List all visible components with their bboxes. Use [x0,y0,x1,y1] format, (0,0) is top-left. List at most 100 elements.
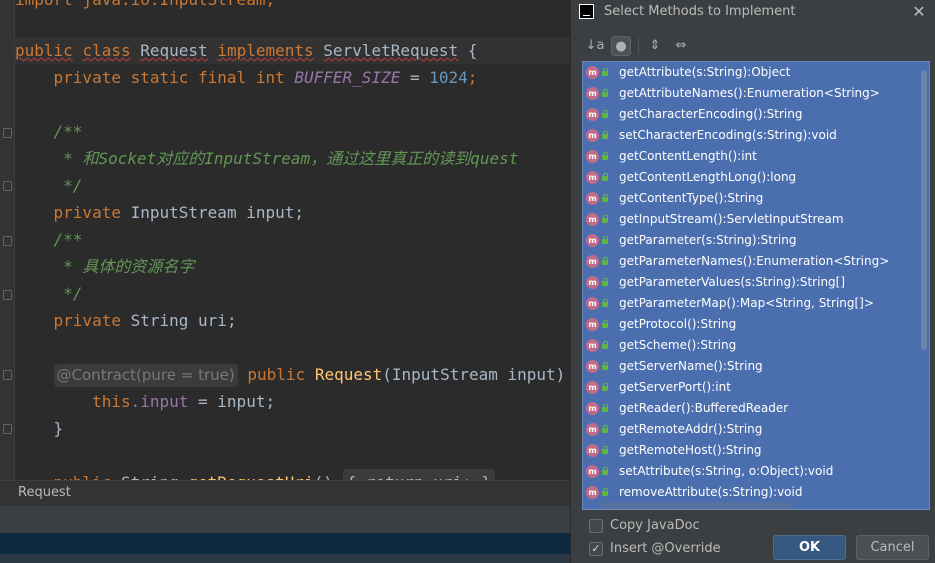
method-signature: getAttribute(s:String):Object [619,65,791,79]
code-line-comment-open: /** [53,230,83,249]
method-list[interactable]: m getAttribute(s:String):Object m getAttrib… [582,61,930,510]
method-signature: setAttribute(s:String, o:Object):void [619,464,834,478]
public-visibility-icon [602,425,610,434]
method-list-item[interactable]: m getParameterMap():Map<String, String[]> [583,293,929,314]
code-line-comment-close: */ [53,176,83,195]
cancel-button[interactable]: Cancel [856,535,929,560]
method-list-item[interactable]: m removeAttribute(s:String):void [583,482,929,503]
insert-override-checkbox[interactable]: ✓ [589,542,603,556]
sort-alphabetically-icon[interactable]: ↓a [585,36,605,56]
breadcrumb[interactable]: Request [0,480,570,506]
method-icon: m [586,423,599,436]
public-visibility-icon [602,152,610,161]
dialog-title-bar[interactable]: Select Methods to Implement ✕ [571,0,935,26]
copy-javadoc-label: Copy JavaDoc [610,518,700,533]
code-line-assign: this.input = input; [92,392,276,411]
method-signature: getReader():BufferedReader [619,401,789,415]
code-editor[interactable]: import java.io.InputStream; public class… [0,0,570,480]
method-list-item[interactable]: m getAttributeNames():Enumeration<String> [583,83,929,104]
method-icon: m [586,213,599,226]
copy-javadoc-checkbox[interactable] [589,519,603,533]
method-signature: getCharacterEncoding():String [619,107,803,121]
code-line-comment-text: * 和Socket对应的InputStream，通过这里真正的读到quest [53,149,519,168]
method-list-item[interactable]: m getParameterNames():Enumeration<String> [583,251,929,272]
fold-marker[interactable] [3,370,12,380]
method-signature: getRemoteHost():String [619,443,762,457]
method-list-item[interactable]: m getAttribute(s:String):Object [583,62,929,83]
method-signature: getParameterValues(s:String):String[] [619,275,846,289]
method-list-item[interactable]: m getRemoteHost():String [583,440,929,461]
method-list-item[interactable]: m getRemoteAddr():String [583,419,929,440]
status-bar [0,533,570,563]
dialog-title: Select Methods to Implement [604,4,796,19]
ok-button[interactable]: OK [773,535,846,560]
expand-all-icon[interactable]: ⇕ [645,36,665,56]
code-line-class-decl: public class Request implements ServletR… [15,41,478,60]
method-list-item[interactable]: m getScheme():String [583,335,929,356]
method-icon: m [586,234,599,247]
folded-method-body[interactable]: { return uri; } [342,469,496,480]
method-list-item[interactable]: m getCharacterEncoding():String [583,104,929,125]
method-list-item[interactable]: m setCharacterEncoding(s:String):void [583,125,929,146]
method-list-item[interactable]: m getContentType():String [583,188,929,209]
fold-marker[interactable] [3,290,12,300]
method-signature: getServerPort():int [619,380,731,394]
method-icon: m [586,108,599,121]
method-signature: getParameterMap():Map<String, String[]> [619,296,874,310]
contract-inlay-hint[interactable]: @Contract(pure = true) [53,364,238,387]
method-list-item[interactable]: m getContentLength():int [583,146,929,167]
method-icon: m [586,339,599,352]
collapse-all-icon[interactable]: ⇔ [671,36,691,56]
method-icon: m [586,444,599,457]
select-methods-dialog: Select Methods to Implement ✕ ↓a ● ⇕ ⇔ m… [570,0,935,563]
list-scrollbar[interactable] [921,70,927,350]
method-icon: m [586,150,599,163]
fold-marker[interactable] [3,181,12,191]
public-visibility-icon [602,68,610,77]
fold-marker[interactable] [3,236,12,246]
public-visibility-icon [602,131,610,140]
method-icon: m [586,486,599,499]
code-line-buffer-size: private static final int BUFFER_SIZE = 1… [53,68,478,87]
fold-marker[interactable] [3,424,12,434]
code-line-comment-close: */ [53,284,83,303]
method-list-item[interactable]: m getInputStream():ServletInputStream [583,209,929,230]
method-list-item[interactable]: m getParameterValues(s:String):String[] [583,272,929,293]
method-icon: m [586,171,599,184]
method-signature: getContentLength():int [619,149,757,163]
method-list-item[interactable]: m getParameter(s:String):String [583,230,929,251]
method-signature: getAttributeNames():Enumeration<String> [619,86,880,100]
tool-window-pane [0,506,570,533]
show-classes-toggle-icon[interactable]: ● [611,36,631,56]
public-visibility-icon [602,89,610,98]
toolbar-separator [638,38,639,54]
public-visibility-icon [602,320,610,329]
list-row-partial [601,502,791,509]
public-visibility-icon [602,194,610,203]
method-list-item[interactable]: m getProtocol():String [583,314,929,335]
method-signature: getParameter(s:String):String [619,233,797,247]
code-line-get-request-uri: public String getRequestUri() { return u… [15,469,496,480]
method-icon: m [586,87,599,100]
breadcrumb-item[interactable]: Request [18,485,71,500]
code-line-uri-field: private String uri; [53,311,237,330]
method-signature: getContentType():String [619,191,764,205]
method-icon: m [586,381,599,394]
method-icon: m [586,297,599,310]
close-icon[interactable]: ✕ [910,2,928,21]
method-list-item[interactable]: m getContentLengthLong():long [583,167,929,188]
method-icon: m [586,129,599,142]
public-visibility-icon [602,257,610,266]
status-progress-strip [0,534,570,554]
method-list-item[interactable]: m getServerName():String [583,356,929,377]
public-visibility-icon [602,362,610,371]
method-list-item[interactable]: m setAttribute(s:String, o:Object):void [583,461,929,482]
method-list-item[interactable]: m getReader():BufferedReader [583,398,929,419]
method-list-item[interactable]: m getServerPort():int [583,377,929,398]
public-visibility-icon [602,467,610,476]
public-visibility-icon [602,404,610,413]
method-signature: getInputStream():ServletInputStream [619,212,844,226]
public-visibility-icon [602,446,610,455]
fold-marker[interactable] [3,128,12,138]
method-icon: m [586,318,599,331]
